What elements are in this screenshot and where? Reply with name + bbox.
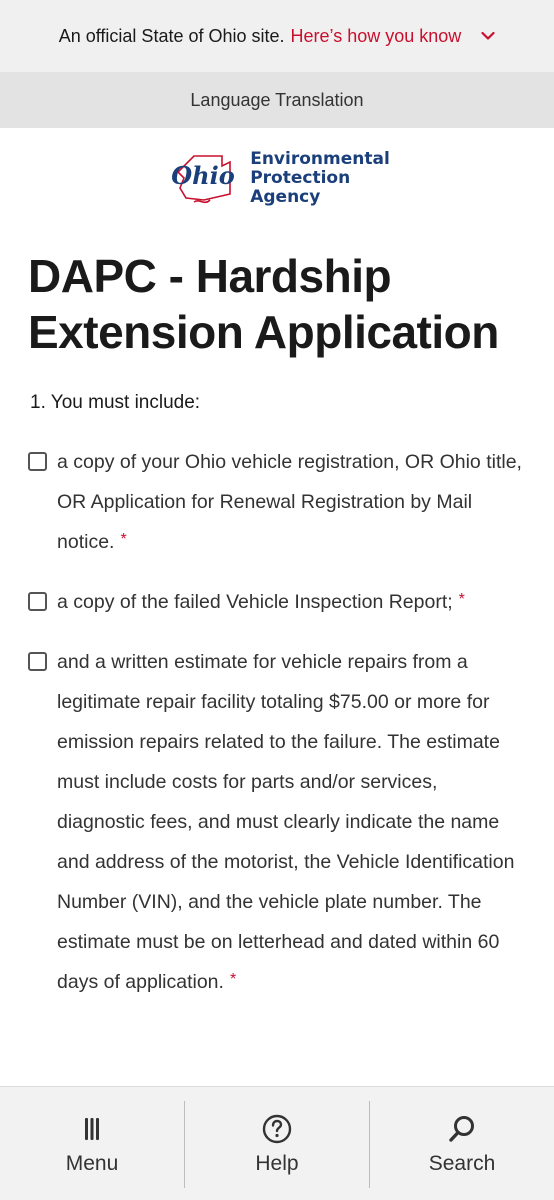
menu-button[interactable]: Menu [0, 1087, 184, 1200]
agency-name: Environmental Protection Agency [250, 148, 390, 207]
agency-name-line-1: Environmental [250, 148, 390, 169]
agency-name-line-3: Agency [250, 186, 321, 207]
menu-icon [75, 1112, 109, 1146]
checklist-item-inspection-report[interactable]: a copy of the failed Vehicle Inspection … [28, 582, 526, 622]
agency-logo[interactable]: Ohio Environmental Protection Agency [0, 128, 554, 228]
menu-button-label: Menu [65, 1151, 119, 1175]
ohio-logo-mark: Ohio [171, 155, 235, 204]
official-site-text: An official State of Ohio site. [58, 25, 285, 46]
checkbox[interactable] [28, 592, 47, 611]
bottom-navigation: Menu Help Search [0, 1086, 554, 1200]
required-indicator: * [229, 971, 237, 988]
svg-text:Ohio: Ohio [171, 161, 234, 190]
language-translation-label[interactable]: Language Translation [190, 90, 363, 111]
checklist-item-repair-estimate[interactable]: and a written estimate for vehicle repai… [28, 642, 526, 1002]
checklist-item-label: and a written estimate for vehicle repai… [57, 651, 515, 993]
checkbox[interactable] [28, 652, 47, 671]
checkbox[interactable] [28, 452, 47, 471]
help-button[interactable]: Help [185, 1087, 369, 1200]
checklist-item-label: a copy of the failed Vehicle Inspection … [57, 591, 453, 613]
required-indicator: * [458, 591, 465, 608]
help-icon [260, 1112, 294, 1146]
search-icon [445, 1112, 479, 1146]
search-button-label: Search [428, 1151, 496, 1175]
official-site-banner: An official State of Ohio site. Here’s h… [0, 0, 554, 72]
question-label: 1. You must include: [30, 392, 201, 413]
search-button[interactable]: Search [370, 1087, 554, 1200]
help-button-label: Help [255, 1151, 299, 1175]
how-you-know-link[interactable]: Here’s how you know [291, 26, 462, 47]
chevron-down-icon[interactable] [481, 31, 495, 41]
required-indicator: * [120, 531, 127, 548]
page-title: DAPC - Hardship Extension Application [28, 250, 499, 358]
agency-name-line-2: Protection [250, 167, 351, 188]
language-translation-bar[interactable]: Language Translation [0, 72, 554, 128]
requirements-checklist: a copy of your Ohio vehicle registration… [0, 442, 554, 1002]
checklist-item-registration[interactable]: a copy of your Ohio vehicle registration… [28, 442, 526, 562]
